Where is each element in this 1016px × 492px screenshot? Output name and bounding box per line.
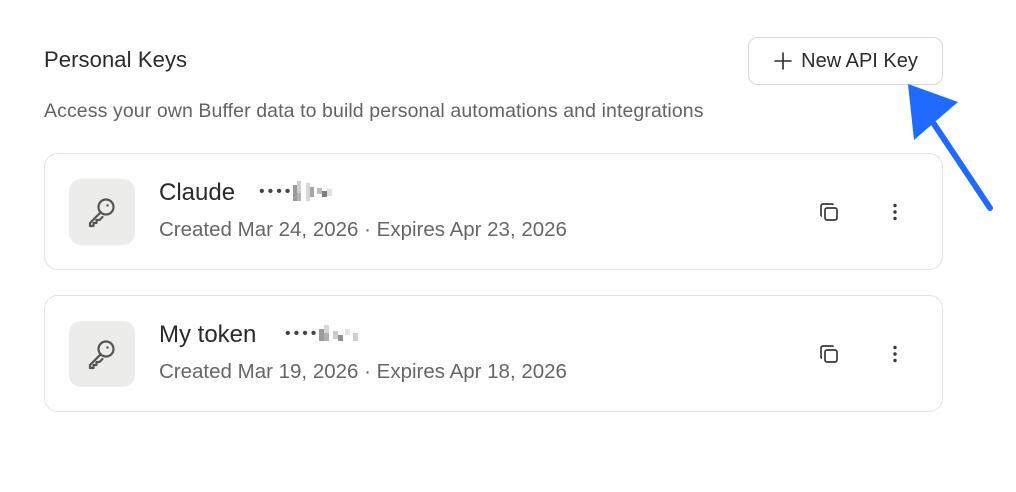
key-meta: Created Mar 24, 2026 · Expires Apr 23, 2… xyxy=(159,218,567,241)
copy-key-button[interactable] xyxy=(815,340,843,368)
section-title: Personal Keys xyxy=(44,47,188,72)
key-icon xyxy=(88,340,115,370)
key-meta: Created Mar 19, 2026 · Expires Apr 18, 2… xyxy=(159,360,567,383)
masked-key: •••• xyxy=(259,178,351,206)
key-avatar xyxy=(69,179,135,245)
annotation-arrow-icon xyxy=(908,84,993,211)
copy-key-button[interactable] xyxy=(815,198,843,226)
key-name: Claude xyxy=(159,179,236,206)
key-icon xyxy=(88,198,115,228)
copy-icon xyxy=(820,203,838,221)
api-key-card: My token •••• Created Mar 19, 2026 · Exp… xyxy=(44,295,943,412)
masked-key-dots: •••• xyxy=(259,183,294,200)
new-api-key-label: New API Key xyxy=(801,49,918,72)
personal-keys-page: Personal Keys New API Key Access your ow… xyxy=(0,0,1016,492)
key-name: My token xyxy=(159,321,257,348)
masked-key-dots: •••• xyxy=(285,325,320,342)
more-options-button[interactable] xyxy=(881,340,909,368)
redacted-key-pixels xyxy=(293,181,333,201)
new-api-key-button[interactable]: New API Key xyxy=(748,37,943,85)
plus-icon xyxy=(774,52,792,70)
section-description: Access your own Buffer data to build per… xyxy=(44,100,704,122)
key-avatar xyxy=(69,321,135,387)
more-vertical-icon xyxy=(893,345,897,363)
redacted-key-pixels xyxy=(319,325,359,341)
masked-key: •••• xyxy=(285,320,377,348)
api-key-card: Claude •••• Created Mar 24, 2026 · Expir… xyxy=(44,153,943,270)
copy-icon xyxy=(820,345,838,363)
